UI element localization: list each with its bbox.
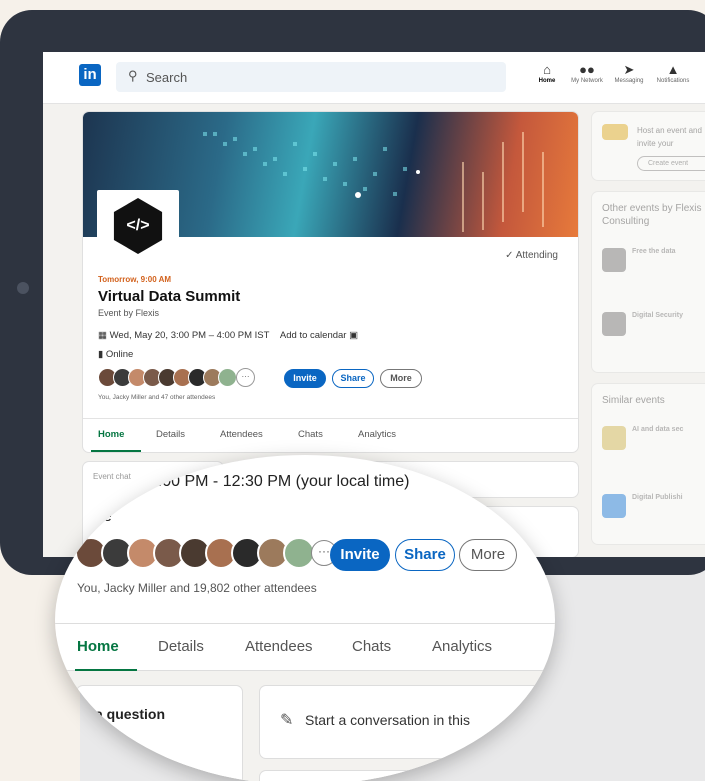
- host-event-title: Host an event and invite your: [637, 126, 702, 148]
- search-input[interactable]: ⚲ Search: [116, 62, 506, 92]
- search-placeholder: Search: [146, 70, 188, 85]
- magnified-view: 12:00 PM - 12:30 PM (your local time) nl…: [55, 455, 555, 781]
- invite-button[interactable]: Invite: [284, 369, 326, 388]
- linkedin-logo[interactable]: in: [79, 64, 101, 86]
- tab-analytics[interactable]: Analytics: [358, 429, 396, 440]
- calendar-add-icon: ▣: [349, 330, 359, 341]
- event-organizer: Event by Flexis: [98, 308, 160, 318]
- more-button[interactable]: More: [380, 369, 422, 388]
- tab-home[interactable]: Home: [77, 638, 119, 655]
- event-thumb-icon: [602, 426, 626, 450]
- tab-home[interactable]: Home: [98, 429, 124, 440]
- nav-notifications[interactable]: ▲ Notifications: [647, 62, 699, 84]
- tab-attendees[interactable]: Attendees: [245, 638, 313, 655]
- similar-events-title: Similar events: [602, 395, 665, 406]
- magnified-invite-button[interactable]: Invite: [330, 539, 390, 571]
- start-conversation-card[interactable]: ✎ Start a conversation in this: [260, 686, 555, 758]
- similar-events-card: Similar events AI and data sec Digital P…: [592, 384, 705, 544]
- top-nav: in ⚲ Search ⌂ Home ●● My Network ➤ Messa…: [43, 52, 705, 104]
- host-event-icon: [602, 124, 628, 140]
- magnified-event-time: 12:00 PM - 12:30 PM (your local time): [140, 473, 410, 490]
- other-event-name[interactable]: Free the data: [632, 248, 676, 255]
- start-conversation-text: Start a conversation in this: [305, 712, 470, 728]
- add-to-calendar-link[interactable]: Add to calendar: [280, 330, 347, 341]
- more-avatars-icon: ···: [236, 368, 255, 387]
- similar-event-name[interactable]: AI and data sec: [632, 426, 683, 433]
- magnified-lower-section: a question ✎ Start a conversation in thi…: [55, 671, 555, 781]
- stage: in ⚲ Search ⌂ Home ●● My Network ➤ Messa…: [0, 0, 705, 781]
- nav-notifications-label: Notifications: [656, 78, 690, 84]
- event-thumb-icon: [602, 494, 626, 518]
- search-icon: ⚲: [128, 68, 138, 83]
- tab-details[interactable]: Details: [158, 638, 204, 655]
- magnified-location: nline: [80, 508, 112, 525]
- attendees-summary[interactable]: You, Jacky Miller and 47 other attendees: [98, 394, 215, 401]
- event-location-text: Online: [105, 349, 134, 360]
- event-date-text: Wed, May 20, 3:00 PM – 4:00 PM IST: [109, 330, 270, 341]
- post-card: [260, 771, 555, 781]
- event-thumb-icon: [602, 312, 626, 336]
- event-thumb-icon: [602, 248, 626, 272]
- event-card: </> ✓ Attending Tomorrow, 9:00 AM Virtua…: [83, 112, 578, 452]
- tab-details[interactable]: Details: [156, 429, 185, 440]
- ask-question-label: a question: [95, 706, 166, 722]
- event-logo: </>: [97, 190, 179, 260]
- attending-status[interactable]: ✓ Attending: [505, 250, 558, 261]
- avatar: [218, 368, 237, 387]
- ask-question-card[interactable]: a question: [77, 686, 242, 781]
- event-tabs: Home Details Attendees Chats Analytics: [83, 418, 578, 452]
- tab-chats[interactable]: Chats: [298, 429, 323, 440]
- magnified-more-button[interactable]: More: [459, 539, 517, 571]
- tab-analytics[interactable]: Analytics: [432, 638, 492, 655]
- magnifier-lens: 12:00 PM - 12:30 PM (your local time) nl…: [55, 455, 555, 781]
- edit-icon: ✎: [280, 712, 294, 729]
- similar-event-name[interactable]: Digital Publishi: [632, 494, 683, 501]
- event-location: ▮ Online: [98, 349, 133, 360]
- event-time-label: Tomorrow, 9:00 AM: [98, 275, 172, 284]
- magnified-share-button[interactable]: Share: [395, 539, 455, 571]
- event-title: Virtual Data Summit: [98, 288, 241, 305]
- share-button[interactable]: Share: [332, 369, 374, 388]
- other-events-card: Other events by Flexis Consulting Free t…: [592, 192, 705, 372]
- create-event-button[interactable]: Create event: [637, 156, 705, 171]
- code-icon: </>: [113, 198, 163, 254]
- other-events-title: Other events by Flexis Consulting: [602, 203, 702, 227]
- camera-icon: [17, 282, 29, 294]
- tab-chats[interactable]: Chats: [352, 638, 391, 655]
- other-event-name[interactable]: Digital Security: [632, 312, 683, 319]
- bell-icon: ▲: [666, 62, 680, 77]
- tab-attendees[interactable]: Attendees: [220, 429, 263, 440]
- host-event-card: Host an event and invite your Create eve…: [592, 112, 705, 180]
- active-tab-indicator: [91, 450, 141, 452]
- magnified-tabs: Home Details Attendees Chats Analytics: [55, 623, 555, 672]
- event-date: ▦ Wed, May 20, 3:00 PM – 4:00 PM IST Add…: [98, 330, 358, 341]
- video-icon: ▮: [98, 349, 106, 360]
- calendar-icon: ▦: [98, 330, 110, 341]
- magnified-attendees-summary[interactable]: You, Jacky Miller and 19,802 other atten…: [77, 581, 317, 595]
